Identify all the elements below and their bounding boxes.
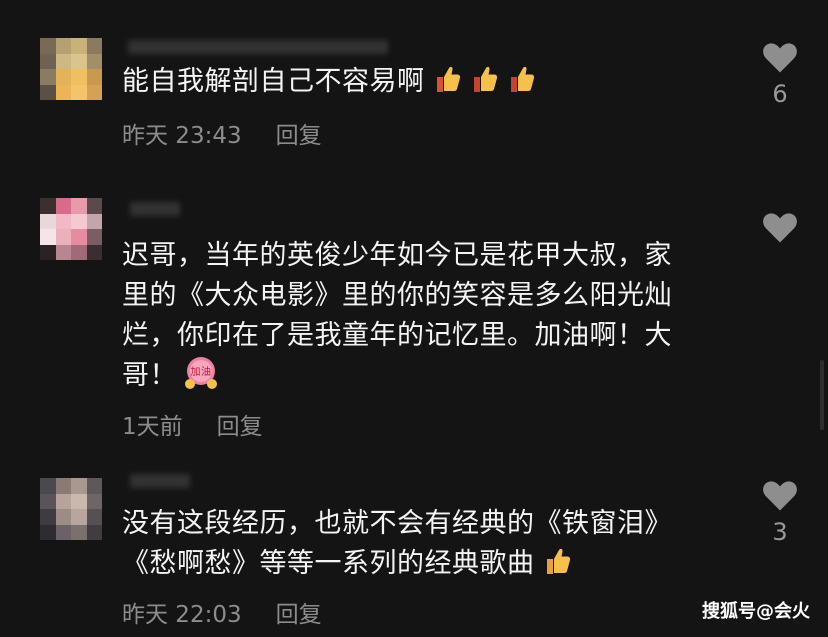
reply-button[interactable]: 回复 [276,123,322,149]
reply-button[interactable]: 回复 [217,414,263,440]
avatar[interactable] [40,478,102,540]
comment-time: 昨天 22:03 [122,602,242,628]
comment-line: 能自我解剖自己不容易啊 [122,66,425,97]
comment-line: 迟哥，当年的英俊少年如今已是花甲大叔，家 [122,240,672,271]
comment-line: 里的《大众电影》里的你的笑容是多么阳光灿 [122,280,672,311]
comment-text: 迟哥，当年的英俊少年如今已是花甲大叔，家 里的《大众电影》里的你的笑容是多么阳光… [122,236,672,396]
like-button[interactable]: 3 [760,478,800,546]
thumbs-up-icon [508,64,536,94]
comment-line: 哥！ [122,360,177,391]
heart-icon [763,43,797,73]
username-blurred[interactable] [128,40,388,54]
comment-line: 没有这段经历，也就不会有经典的《铁窗泪》 [122,508,672,539]
comment-meta: 昨天 23:43 回复 [122,116,322,150]
heart-icon [763,213,797,243]
username-blurred[interactable] [130,202,180,216]
jiayou-emoji-icon: 加油 [183,356,219,390]
comment-text: 能自我解剖自己不容易啊 [122,62,536,102]
comment-time: 1天前 [122,414,183,440]
thumbs-up-icon [434,64,462,94]
comment-text: 没有这段经历，也就不会有经典的《铁窗泪》 《愁啊愁》等等一系列的经典歌曲 [122,504,672,584]
like-button[interactable]: 6 [760,40,800,108]
watermark: 搜狐号@会火 [702,601,810,622]
comment-line: 《愁啊愁》等等一系列的经典歌曲 [122,548,535,579]
thumbs-up-icon [544,546,572,576]
like-count: 3 [772,518,788,546]
like-button[interactable] [760,210,800,250]
avatar[interactable] [40,198,102,260]
thumbs-up-icon [471,64,499,94]
scrollbar[interactable] [820,360,824,430]
comment-time: 昨天 23:43 [122,123,242,149]
comment-meta: 1天前 回复 [122,407,263,441]
comment-meta: 昨天 22:03 回复 [122,595,322,629]
reply-button[interactable]: 回复 [276,602,322,628]
heart-icon [763,481,797,511]
like-count: 6 [772,80,788,108]
username-blurred[interactable] [130,474,190,488]
comment-line: 烂，你印在了是我童年的记忆里。加油啊！大 [122,320,672,351]
avatar[interactable] [40,38,102,100]
jiayou-emoji-label: 加油 [191,365,212,378]
